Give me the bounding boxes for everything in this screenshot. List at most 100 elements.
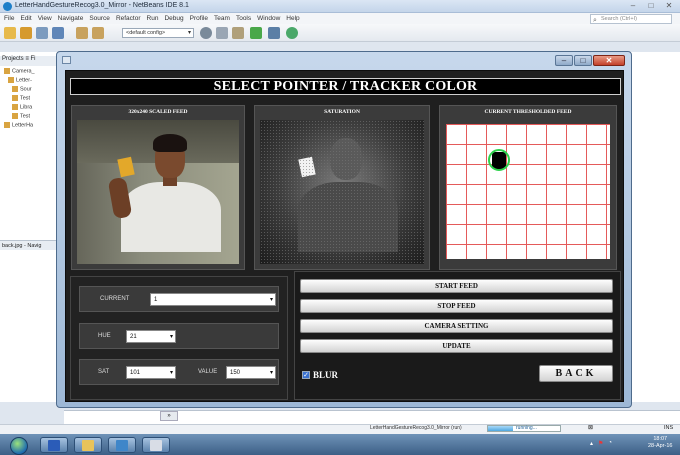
project-item[interactable]: Sour <box>12 86 32 92</box>
maximize-button[interactable]: □ <box>574 55 592 66</box>
chevron-down-icon: ▾ <box>169 334 173 340</box>
menu-refactor[interactable]: Refactor <box>116 13 141 24</box>
taskbar-explorer[interactable] <box>74 437 102 453</box>
ide-titlebar: LetterHandGestureRecog3.0_Mirror - NetBe… <box>0 0 680 13</box>
taskbar-word[interactable] <box>40 437 68 453</box>
build-icon[interactable] <box>232 27 244 39</box>
profile-icon[interactable] <box>286 27 298 39</box>
menu-navigate[interactable]: Navigate <box>58 13 84 24</box>
minimize-icon[interactable]: – <box>626 1 640 11</box>
menu-tools[interactable]: Tools <box>236 13 251 24</box>
project-item[interactable]: Test <box>12 95 30 101</box>
back-button[interactable]: BACK <box>539 365 613 382</box>
start-feed-button[interactable]: START FEED <box>300 279 613 293</box>
menu-profile[interactable]: Profile <box>190 13 208 24</box>
threshold-feed-panel: CURRENT THRESHOLDED FEED <box>439 105 617 270</box>
open-project-icon[interactable] <box>36 27 48 39</box>
settings-icon[interactable] <box>200 27 212 39</box>
taskbar <box>0 434 680 455</box>
current-label: CURRENT <box>100 296 130 302</box>
checkbox-check-icon[interactable]: ✓ <box>302 371 310 379</box>
projects-tab[interactable]: Projects ≡ Fi <box>0 56 62 66</box>
system-tray: ▴ ⚑ ◔ <box>590 440 612 447</box>
java-icon <box>150 440 162 451</box>
ide-title: LetterHandGestureRecog3.0_Mirror - NetBe… <box>15 2 189 9</box>
clock-time: 18:07 <box>653 436 668 442</box>
menu-view[interactable]: View <box>38 13 52 24</box>
navigator-tab[interactable]: back.jpg - Navig <box>0 240 64 250</box>
maximize-icon[interactable]: □ <box>644 1 658 11</box>
sat-value-control: SAT 101 ▾ VALUE 150 ▾ <box>79 359 279 385</box>
chevron-down-icon: ▾ <box>269 370 273 376</box>
action-controls: START FEED STOP FEED CAMERA SETTING UPDA… <box>294 271 621 400</box>
editor-right-area <box>625 52 680 402</box>
output-panel <box>64 410 680 424</box>
project-item[interactable]: Libra <box>12 104 32 110</box>
ide-search-input[interactable]: ⌕ Search (Ctrl+I) <box>590 14 672 24</box>
menu-file[interactable]: File <box>4 13 14 24</box>
blur-checkbox[interactable]: ✓ BLUR <box>302 370 338 380</box>
blur-label: BLUR <box>313 370 339 380</box>
value-value: 150 <box>230 370 241 376</box>
taskbar-clock[interactable]: 18:07 28-Apr-16 <box>648 436 672 450</box>
ide-statusbar <box>0 424 680 434</box>
project-item[interactable]: Letter- <box>8 77 32 83</box>
menu-debug[interactable]: Debug <box>164 13 183 24</box>
sat-value: 101 <box>130 370 141 376</box>
update-button[interactable]: UPDATE <box>300 339 613 353</box>
camera-feed-image <box>77 120 239 264</box>
project-item[interactable]: Test <box>12 113 30 119</box>
sat-select[interactable]: 101 ▾ <box>126 366 176 379</box>
folder-icon <box>82 440 94 451</box>
clean-build-icon[interactable] <box>216 27 228 39</box>
undo-icon[interactable] <box>76 27 88 39</box>
taskbar-java[interactable] <box>142 437 170 453</box>
project-item[interactable]: LetterHa <box>4 122 33 128</box>
app-titlebar[interactable]: – □ ✕ <box>57 52 631 69</box>
menu-edit[interactable]: Edit <box>20 13 31 24</box>
save-all-icon[interactable] <box>52 27 64 39</box>
start-button[interactable] <box>10 437 28 455</box>
network-icon[interactable]: ◔ <box>608 440 612 447</box>
saturation-feed-image <box>260 120 424 264</box>
threshold-grid <box>446 124 610 259</box>
close-button[interactable]: ✕ <box>593 55 625 66</box>
run-icon[interactable] <box>250 27 262 39</box>
close-icon[interactable]: ✕ <box>662 1 676 11</box>
menu-run[interactable]: Run <box>147 13 159 24</box>
saturation-feed-panel: SATURATION <box>254 105 430 270</box>
menu-source[interactable]: Source <box>89 13 110 24</box>
ide-menubar: File Edit View Navigate Source Refactor … <box>0 13 680 24</box>
new-project-icon[interactable] <box>20 27 32 39</box>
hsv-controls: CURRENT 1 ▾ HUE 21 ▾ SAT 101 ▾ VALUE 150… <box>70 276 288 400</box>
camera-setting-button[interactable]: CAMERA SETTING <box>300 319 613 333</box>
output-more-button[interactable]: » <box>160 411 178 421</box>
feed-label: 320x240 SCALED FEED <box>128 109 188 115</box>
debug-icon[interactable] <box>268 27 280 39</box>
menu-window[interactable]: Window <box>257 13 280 24</box>
feed-label: CURRENT THRESHOLDED FEED <box>484 109 572 115</box>
minimize-button[interactable]: – <box>555 55 573 66</box>
hue-select[interactable]: 21 ▾ <box>126 330 176 343</box>
config-select[interactable]: <default config> ▾ <box>122 28 194 38</box>
menu-team[interactable]: Team <box>214 13 230 24</box>
project-item[interactable]: Camera_ <box>4 68 35 74</box>
new-file-icon[interactable] <box>4 27 16 39</box>
tray-arrow-icon[interactable]: ▴ <box>590 440 593 447</box>
config-value: <default config> <box>126 30 166 36</box>
current-select[interactable]: 1 ▾ <box>150 293 276 306</box>
stop-feed-button[interactable]: STOP FEED <box>300 299 613 313</box>
stop-process-icon[interactable]: ⊠ <box>588 424 593 431</box>
tracker-ring <box>488 149 510 171</box>
redo-icon[interactable] <box>92 27 104 39</box>
word-icon <box>48 440 60 451</box>
scaled-feed-panel: 320x240 SCALED FEED <box>71 105 245 270</box>
menu-help[interactable]: Help <box>286 13 299 24</box>
value-select[interactable]: 150 ▾ <box>226 366 276 379</box>
action-center-flag-icon[interactable]: ⚑ <box>598 440 603 447</box>
tracker-color-window: – □ ✕ SELECT POINTER / TRACKER COLOR 320… <box>56 51 632 408</box>
ide-toolbar: <default config> ▾ <box>0 24 680 42</box>
feed-label: SATURATION <box>324 109 360 115</box>
taskbar-netbeans[interactable] <box>108 437 136 453</box>
app-window-controls: – □ ✕ <box>555 55 625 66</box>
